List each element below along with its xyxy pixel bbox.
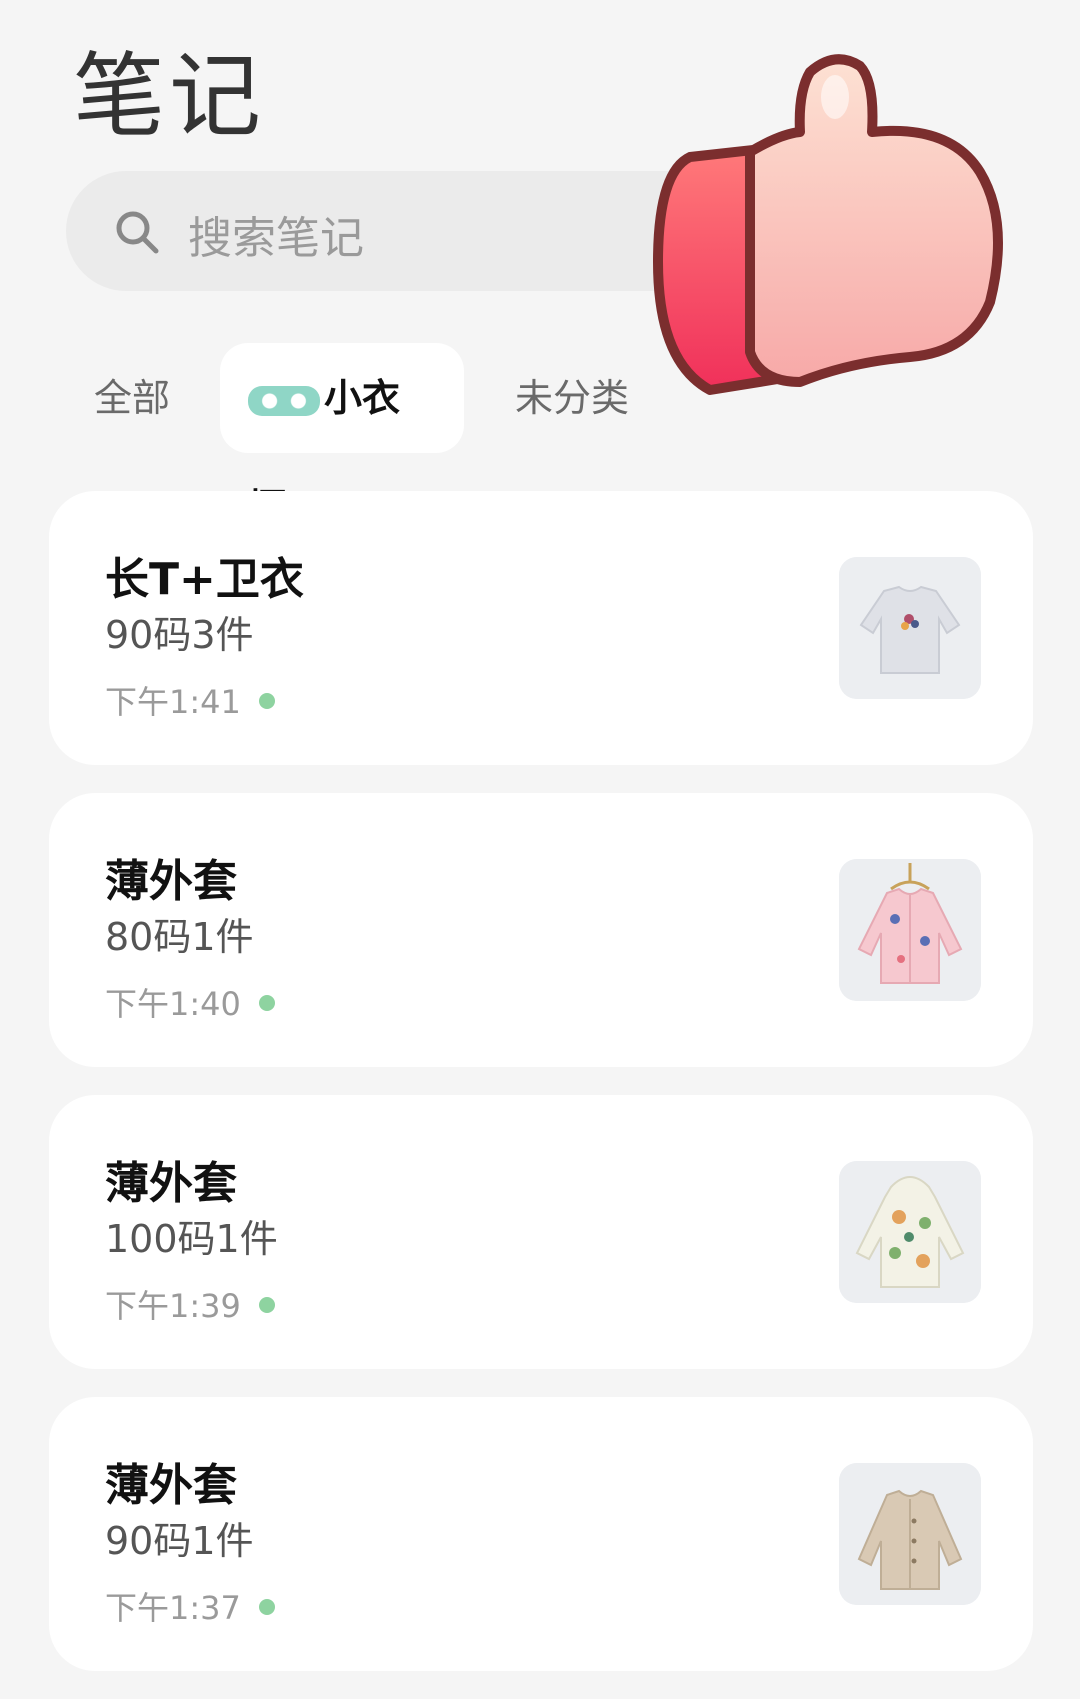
note-time-text: 下午1:37: [105, 1589, 241, 1627]
note-title: 长T+卫衣: [105, 554, 304, 605]
search-placeholder: 搜索笔记: [188, 213, 364, 264]
beige-jacket-image[interactable]: [839, 1463, 981, 1605]
blurred-text: [248, 385, 320, 416]
note-subtitle: 90码1件: [105, 1519, 254, 1563]
note-title: 薄外套: [105, 1460, 237, 1511]
note-time-text: 下午1:41: [105, 683, 241, 721]
thumbs-up-sticker: [653, 54, 1003, 395]
pink-jacket-image[interactable]: [839, 859, 981, 1001]
tab-uncategorized[interactable]: 未分类: [487, 343, 657, 453]
search-icon: [116, 211, 159, 254]
note-time: 下午1:37: [105, 1583, 275, 1629]
page-title: 笔记: [73, 43, 266, 150]
status-dot: [258, 1297, 275, 1313]
note-subtitle: 90码3件: [105, 613, 254, 657]
search-bar[interactable]: 搜索笔记: [66, 171, 746, 291]
status-dot: [258, 693, 275, 709]
note-card[interactable]: 薄外套 80码1件 下午1:40: [49, 793, 1033, 1067]
note-time: 下午1:41: [105, 677, 275, 723]
note-card[interactable]: 薄外套 100码1件 下午1:39: [49, 1095, 1033, 1369]
tab-wardrobe[interactable]: 小衣橱: [220, 343, 464, 530]
note-card[interactable]: 薄外套 90码1件 下午1:37: [49, 1397, 1033, 1671]
note-title: 薄外套: [105, 1158, 237, 1209]
status-dot: [258, 1599, 275, 1615]
notes-list: 长T+卫衣 90码3件 下午1:41 薄外套 80码1件 下午1:40 薄外套 …: [49, 491, 1033, 1699]
note-time-text: 下午1:39: [105, 1287, 241, 1325]
note-subtitle: 80码1件: [105, 915, 254, 959]
note-time-text: 下午1:40: [105, 985, 241, 1023]
sweatshirt-image[interactable]: [839, 557, 981, 699]
note-subtitle: 100码1件: [105, 1217, 278, 1261]
note-time: 下午1:40: [105, 979, 275, 1025]
status-dot: [258, 995, 275, 1011]
note-title: 薄外套: [105, 856, 237, 907]
tab-all[interactable]: 全部: [66, 343, 198, 453]
floral-jacket-image[interactable]: [839, 1161, 981, 1303]
note-card[interactable]: 长T+卫衣 90码3件 下午1:41: [49, 491, 1033, 765]
note-time: 下午1:39: [105, 1281, 275, 1327]
